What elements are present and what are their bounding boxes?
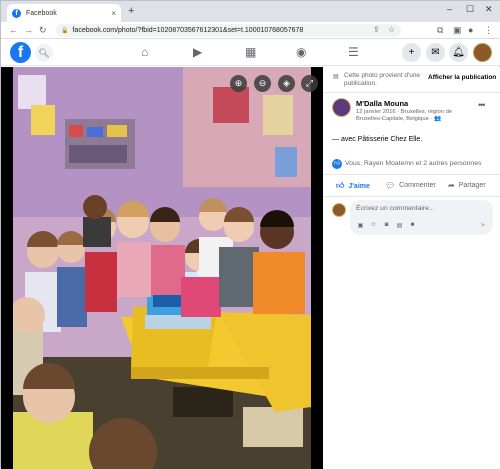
commenter-avatar: [332, 203, 346, 217]
emoji-icon[interactable]: ☺: [369, 222, 378, 230]
reload-icon[interactable]: ↻: [39, 25, 47, 35]
comment-icon: 💬︎: [385, 181, 396, 190]
comment-input[interactable]: Écrivez un commentaire... ▣ ☺ ◙ ▤ ☻ ➤: [350, 200, 493, 235]
search-icon[interactable]: 🔍︎: [35, 44, 53, 62]
new-tab-button[interactable]: +: [128, 5, 134, 17]
forward-icon[interactable]: →: [24, 25, 33, 35]
show-publication-link[interactable]: Afficher la publication: [428, 74, 496, 81]
like-button[interactable]: 👍︎ J'aime: [336, 181, 370, 191]
minimize-window-button[interactable]: –: [447, 4, 452, 14]
comment-tools: ▣ ☺ ◙ ▤ ☻: [356, 222, 417, 230]
sidebar-icon[interactable]: ▣: [453, 25, 462, 35]
comment-button[interactable]: 💬︎ Commenter: [385, 181, 436, 190]
tag-icon[interactable]: ◈: [278, 75, 295, 92]
lock-icon: 🔒: [61, 28, 69, 34]
tab-close-icon[interactable]: ×: [111, 9, 116, 18]
facebook-logo[interactable]: f: [10, 42, 31, 63]
share-icon: ➦: [448, 181, 455, 190]
create-icon[interactable]: +: [402, 43, 421, 62]
back-icon[interactable]: ←: [9, 25, 18, 35]
author-name[interactable]: M'Dalla Mouna: [356, 99, 408, 108]
like-reaction-icon: 👍︎: [332, 159, 342, 169]
info-icon: ▤: [333, 74, 339, 80]
notifications-icon[interactable]: 🔔︎: [449, 43, 468, 62]
browser-window: f Facebook × + – ☐ ✕ ← → ↻ 🔒 facebook.co…: [0, 0, 500, 469]
share-label: Partager: [458, 182, 486, 189]
address-bar[interactable]: 🔒 facebook.com/photo/?fbid=1020870356761…: [56, 24, 401, 37]
marketplace-icon[interactable]: ▦: [245, 45, 256, 59]
comment-label: Commenter: [399, 182, 436, 189]
account-avatar[interactable]: [473, 43, 492, 62]
divider: [323, 174, 500, 175]
share-page-icon[interactable]: ⇪: [373, 25, 380, 34]
reactions-summary[interactable]: Vous, Rayen Moatemn et 2 autres personne…: [345, 160, 481, 167]
zoom-out-icon[interactable]: ⊖: [254, 75, 271, 92]
watch-icon[interactable]: ▶: [193, 45, 202, 59]
menu-icon[interactable]: ☰: [348, 45, 359, 59]
tab-strip: f Facebook × + – ☐ ✕: [1, 1, 500, 22]
thumbs-up-icon: 👍︎: [336, 181, 345, 190]
party-photo: [13, 67, 311, 469]
post-side-panel: ▤ Cette photo provient d'une publication…: [323, 67, 500, 469]
fullscreen-icon[interactable]: ⤢: [301, 75, 318, 92]
send-icon[interactable]: ➤: [480, 221, 486, 229]
home-icon[interactable]: ⌂: [141, 45, 148, 59]
browser-toolbar: ← → ↻ 🔒 facebook.com/photo/?fbid=1020870…: [1, 22, 500, 39]
like-label: J'aime: [348, 182, 370, 190]
tab-title: Facebook: [26, 9, 57, 17]
facebook-header: f 🔍︎ ⌂ ▶ ▦ ◉ ☰ + ✉ 🔔︎: [1, 39, 500, 66]
comment-placeholder: Écrivez un commentaire...: [356, 205, 435, 212]
publication-notice: Cette photo provient d'une publication.: [344, 72, 421, 87]
close-window-button[interactable]: ✕: [485, 4, 493, 15]
groups-icon[interactable]: ◉: [296, 45, 306, 59]
divider: [323, 92, 500, 93]
profile-icon[interactable]: ●: [468, 25, 473, 35]
share-button[interactable]: ➦ Partager: [448, 181, 486, 190]
post-caption: — avec Pâtisserie Chez Elle.: [332, 136, 423, 143]
photo-viewer: ⊕ ⊖ ◈ ⤢: [1, 67, 323, 469]
author-avatar[interactable]: [332, 98, 351, 117]
facebook-favicon-icon: f: [12, 8, 21, 18]
more-options-icon[interactable]: •••: [478, 100, 486, 110]
messenger-icon[interactable]: ✉: [426, 43, 445, 62]
avatar-sticker-icon[interactable]: ☻: [408, 222, 417, 230]
post-meta: 12 janvier 2016 · Bruxelles, région de B…: [356, 109, 453, 122]
camera-icon[interactable]: ◙: [382, 222, 391, 230]
extensions-icon[interactable]: ⧉: [437, 25, 443, 35]
gif-icon[interactable]: ▤: [395, 222, 404, 230]
zoom-in-icon[interactable]: ⊕: [230, 75, 247, 92]
divider: [323, 196, 500, 197]
tab-facebook[interactable]: f Facebook ×: [7, 4, 121, 22]
browser-menu-icon[interactable]: ⋮: [484, 25, 493, 35]
maximize-window-button[interactable]: ☐: [466, 4, 474, 15]
sticker-icon[interactable]: ▣: [356, 222, 365, 230]
bookmark-star-icon[interactable]: ☆: [388, 25, 395, 34]
url-text: facebook.com/photo/?fbid=102087035676123…: [72, 27, 304, 34]
